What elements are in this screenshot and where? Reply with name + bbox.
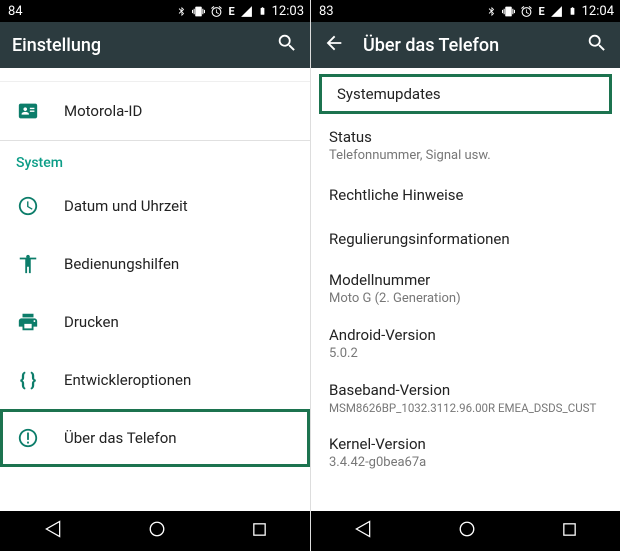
item-label: Modellnummer — [329, 271, 461, 289]
settings-list[interactable]: Motorola-ID System Datum und Uhrzeit Bed… — [0, 68, 310, 511]
page-title: Einstellung — [12, 35, 258, 56]
recents-button[interactable] — [541, 515, 598, 548]
list-item-legal[interactable]: Rechtliche Hinweise — [311, 173, 620, 217]
item-value: MSM8626BP_1032.3112.96.00R EMEA_DSDS_CUS… — [329, 401, 596, 415]
list-item-model[interactable]: Modellnummer Moto G (2. Generation) — [311, 261, 620, 316]
bluetooth-icon — [176, 5, 187, 18]
list-item-date-time[interactable]: Datum und Uhrzeit — [0, 177, 310, 235]
item-sublabel: Telefonnummer, Signal usw. — [329, 148, 491, 163]
item-label: Datum und Uhrzeit — [64, 197, 188, 215]
back-arrow-icon[interactable] — [323, 32, 345, 58]
app-bar: Über das Telefon — [311, 22, 620, 68]
item-label: Motorola-ID — [64, 102, 142, 120]
item-label: Rechtliche Hinweise — [329, 186, 464, 204]
home-button[interactable] — [128, 514, 186, 548]
search-icon[interactable] — [586, 32, 608, 58]
back-button[interactable] — [23, 513, 83, 549]
signal-icon — [550, 5, 563, 18]
clock: 12:04 — [582, 4, 614, 19]
home-button[interactable] — [438, 514, 496, 548]
clock: 12:03 — [272, 4, 304, 19]
item-label: Kernel-Version — [329, 435, 426, 453]
status-bar: 83 E 12:04 — [311, 0, 620, 22]
network-type: E — [538, 5, 544, 18]
settings-screen: 84 E 12:03 Einstellung Motorola-ID Syste… — [0, 0, 310, 551]
list-item-about-phone[interactable]: Über das Telefon — [0, 409, 310, 467]
info-icon — [16, 427, 40, 449]
list-item-printing[interactable]: Drucken — [0, 293, 310, 351]
list-item-baseband[interactable]: Baseband-Version MSM8626BP_1032.3112.96.… — [311, 371, 620, 425]
list-item-android-version[interactable]: Android-Version 5.0.2 — [311, 316, 620, 371]
item-label: Regulierungsinformationen — [329, 230, 510, 248]
item-value: 5.0.2 — [329, 346, 436, 361]
nav-bar — [0, 511, 310, 551]
item-value: 3.4.42-g0bea67a — [329, 455, 426, 470]
nav-bar — [311, 511, 620, 551]
app-bar: Einstellung — [0, 22, 310, 68]
list-item-status[interactable]: Status Telefonnummer, Signal usw. — [311, 118, 620, 173]
about-phone-screen: 83 E 12:04 Über das Telefon Systemupdate… — [310, 0, 620, 551]
recents-button[interactable] — [231, 515, 288, 548]
clock-icon — [16, 195, 40, 217]
list-item-accessibility[interactable]: Bedienungshilfen — [0, 235, 310, 293]
bluetooth-icon — [486, 5, 497, 18]
list-item-system-updates[interactable]: Systemupdates — [319, 74, 612, 114]
battery-percent: 84 — [6, 4, 23, 19]
accessibility-icon — [16, 253, 40, 275]
battery-icon — [568, 4, 577, 18]
item-value: Moto G (2. Generation) — [329, 291, 461, 306]
list-item-motorola-id[interactable]: Motorola-ID — [0, 82, 310, 140]
id-card-icon — [16, 100, 40, 122]
list-item-regulatory[interactable]: Regulierungsinformationen — [311, 217, 620, 261]
alarm-icon — [520, 5, 533, 18]
list-item-kernel[interactable]: Kernel-Version 3.4.42-g0bea67a — [311, 425, 620, 472]
signal-icon — [240, 5, 253, 18]
item-label: Drucken — [64, 313, 119, 331]
item-label: Über das Telefon — [64, 429, 177, 447]
alarm-icon — [210, 5, 223, 18]
item-label: Systemupdates — [337, 85, 441, 103]
item-label: Bedienungshilfen — [64, 255, 179, 273]
list-item-dev-options[interactable]: { } Entwickleroptionen — [0, 351, 310, 409]
battery-percent: 83 — [317, 4, 334, 19]
print-icon — [16, 311, 40, 333]
status-bar: 84 E 12:03 — [0, 0, 310, 22]
vibrate-icon — [502, 5, 515, 18]
section-header-system: System — [0, 141, 310, 177]
item-label: Entwickleroptionen — [64, 371, 191, 389]
item-label: Android-Version — [329, 326, 436, 344]
about-list[interactable]: Systemupdates Status Telefonnummer, Sign… — [311, 68, 620, 511]
page-title: Über das Telefon — [363, 35, 568, 56]
network-type: E — [228, 5, 234, 18]
back-button[interactable] — [333, 513, 393, 549]
search-icon[interactable] — [276, 32, 298, 58]
braces-icon: { } — [16, 370, 40, 391]
item-label: Baseband-Version — [329, 381, 596, 399]
item-label: Status — [329, 128, 491, 146]
battery-icon — [258, 4, 267, 18]
vibrate-icon — [192, 5, 205, 18]
